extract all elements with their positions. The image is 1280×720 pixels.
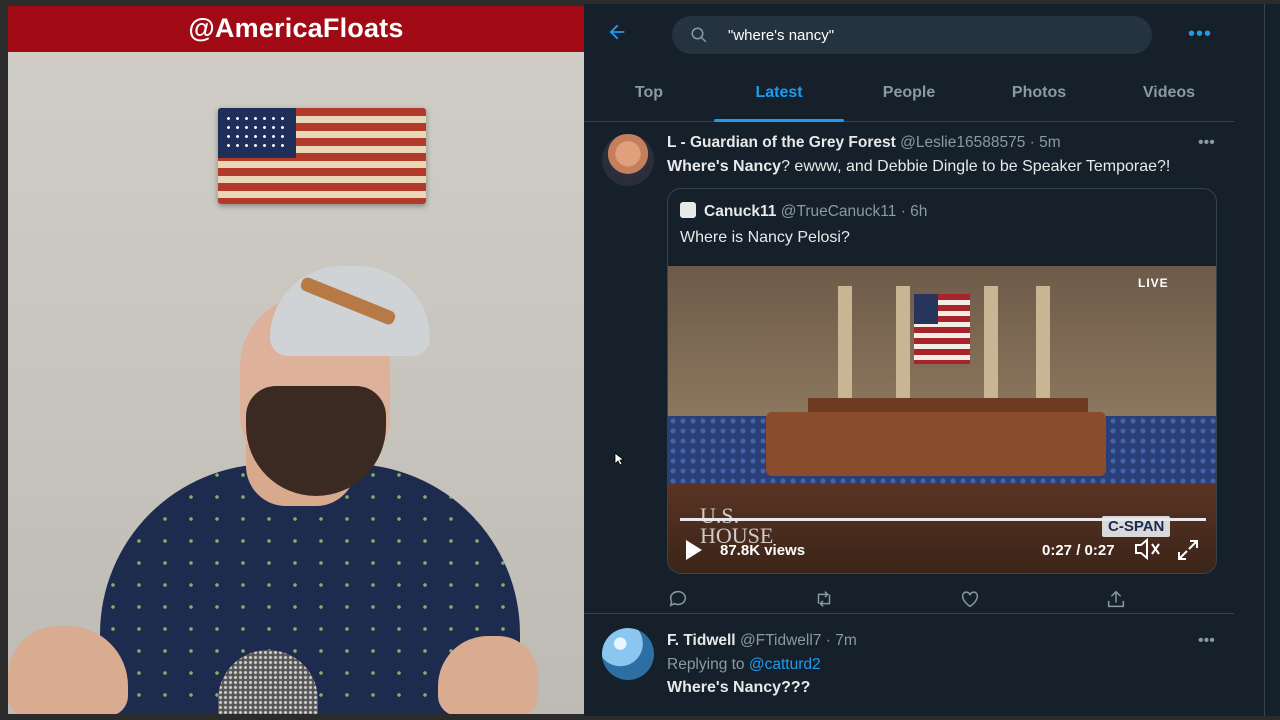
- search-header: •••: [584, 4, 1264, 66]
- tweet-header: F. Tidwell @FTidwell7 · 7m: [667, 632, 857, 650]
- channel-banner: @AmericaFloats: [8, 6, 584, 52]
- avatar[interactable]: [602, 134, 654, 186]
- play-icon[interactable]: [686, 540, 702, 560]
- view-count: 87.8K views: [720, 542, 806, 559]
- video-progress-bar[interactable]: [680, 518, 1206, 521]
- video-time: 0:27 / 0:27: [1042, 542, 1115, 559]
- wall-flag-image: [218, 108, 426, 204]
- author-handle[interactable]: @FTidwell7: [740, 632, 821, 649]
- mouse-cursor-icon: [614, 452, 624, 466]
- scrollbar-track[interactable]: [1264, 4, 1280, 716]
- volume-icon[interactable]: [1134, 538, 1162, 560]
- back-arrow-icon[interactable]: [606, 20, 636, 50]
- tweet[interactable]: F. Tidwell @FTidwell7 · 7m ••• Replying …: [584, 616, 1234, 716]
- search-input[interactable]: [728, 16, 1128, 54]
- share-icon[interactable]: [1105, 588, 1127, 610]
- search-icon: [691, 27, 707, 43]
- tweet-time[interactable]: · 7m: [826, 632, 857, 649]
- fullscreen-icon[interactable]: [1176, 538, 1200, 562]
- tweet-text: Where's Nancy???: [667, 679, 811, 696]
- reply-context: Replying to @catturd2: [667, 656, 821, 673]
- quoted-tweet[interactable]: Canuck11 @TrueCanuck11 · 6h Where is Nan…: [667, 188, 1217, 574]
- author-name[interactable]: F. Tidwell: [667, 632, 736, 649]
- tab-top[interactable]: Top: [584, 66, 714, 121]
- avatar[interactable]: [602, 628, 654, 680]
- tweet-header: L - Guardian of the Grey Forest @Leslie1…: [667, 134, 1061, 152]
- video-player[interactable]: LIVE U.S. HOUSE C-SPAN 87.8K views 0:27 /…: [668, 266, 1216, 573]
- tweet-text: Where's Nancy? ewww, and Debbie Dingle t…: [667, 158, 1171, 175]
- search-box[interactable]: [672, 16, 1152, 54]
- quoted-avatar: [680, 202, 696, 218]
- search-tabs: Top Latest People Photos Videos: [584, 66, 1234, 122]
- tweet-actions: [667, 588, 1167, 610]
- tab-latest[interactable]: Latest: [714, 66, 844, 122]
- streamer-video: [8, 256, 584, 714]
- twitter-search-panel: ••• Top Latest People Photos Videos L - …: [584, 4, 1264, 716]
- retweet-icon[interactable]: [813, 588, 835, 610]
- webcam-panel: @AmericaFloats: [8, 6, 584, 714]
- tab-videos[interactable]: Videos: [1104, 66, 1234, 121]
- author-handle[interactable]: @Leslie16588575: [900, 134, 1025, 151]
- like-icon[interactable]: [959, 588, 981, 610]
- tab-photos[interactable]: Photos: [974, 66, 1104, 121]
- tweet-time[interactable]: · 5m: [1030, 134, 1061, 151]
- tweet-more-icon[interactable]: •••: [1198, 632, 1215, 650]
- tab-people[interactable]: People: [844, 66, 974, 121]
- quoted-header: Canuck11 @TrueCanuck11 · 6h: [704, 203, 927, 221]
- quoted-text: Where is Nancy Pelosi?: [680, 229, 850, 246]
- tweet[interactable]: L - Guardian of the Grey Forest @Leslie1…: [584, 122, 1234, 614]
- house-logo: U.S. HOUSE: [700, 503, 774, 548]
- reply-icon[interactable]: [667, 588, 689, 610]
- live-badge: LIVE: [1138, 276, 1169, 290]
- quoted-time: · 6h: [900, 203, 928, 220]
- screen: @AmericaFloats •••: [0, 0, 1280, 720]
- reply-mention-link[interactable]: @catturd2: [749, 656, 821, 673]
- chamber-flag: [914, 294, 970, 364]
- tweet-more-icon[interactable]: •••: [1198, 134, 1215, 152]
- quoted-author-name: Canuck11: [704, 203, 777, 220]
- more-options-icon[interactable]: •••: [1188, 24, 1212, 44]
- quoted-author-handle: @TrueCanuck11: [780, 203, 897, 220]
- author-name[interactable]: L - Guardian of the Grey Forest: [667, 134, 896, 151]
